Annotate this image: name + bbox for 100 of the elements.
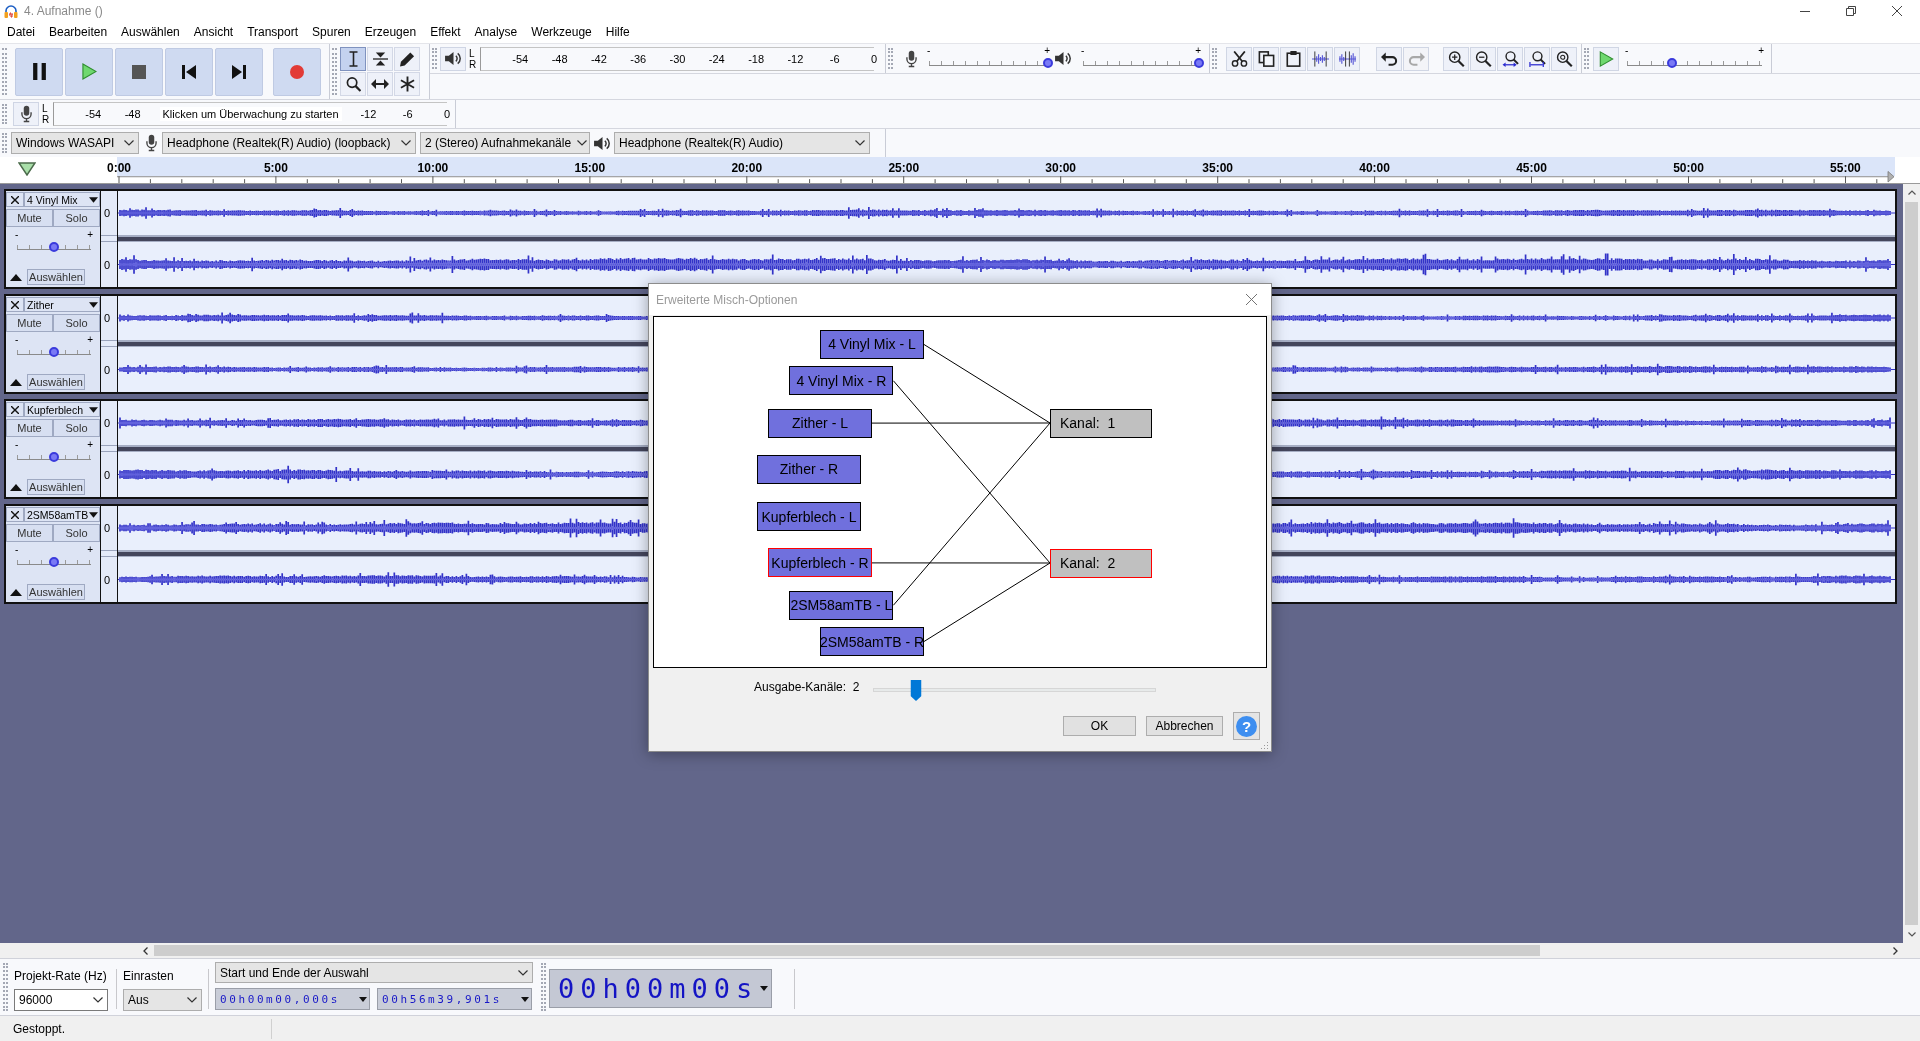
stop-button[interactable]: [115, 47, 163, 96]
slider-track[interactable]: [1627, 60, 1762, 66]
slider-thumb[interactable]: [49, 242, 59, 252]
scrollbar-thumb[interactable]: [1905, 202, 1918, 925]
scrollbar-thumb[interactable]: [154, 945, 1540, 956]
fit-project-button[interactable]: [1524, 46, 1550, 71]
grip-handle[interactable]: [541, 963, 546, 1011]
menu-item[interactable]: Auswählen: [114, 23, 187, 42]
select-button[interactable]: Auswählen: [27, 479, 85, 495]
input-channel-node[interactable]: 4 Vinyl Mix - R: [789, 366, 894, 396]
menu-item[interactable]: Hilfe: [598, 23, 637, 42]
playback-device-dropdown[interactable]: Headphone (Realtek(R) Audio): [614, 132, 870, 154]
zoom-in-button[interactable]: [1443, 46, 1469, 71]
time-display[interactable]: 00h00m00s: [549, 969, 772, 1008]
track-name-dropdown[interactable]: 2SM58amTB: [24, 507, 100, 522]
output-channel-node[interactable]: Kanal: 1: [1050, 408, 1152, 438]
input-channel-node[interactable]: 2SM58amTB - L: [789, 590, 894, 620]
select-button[interactable]: Auswählen: [27, 584, 85, 600]
tool-button[interactable]: [340, 47, 366, 71]
selection-mode-dropdown[interactable]: Start und Ende der Auswahl: [215, 962, 533, 983]
triangle-down-icon[interactable]: [18, 162, 36, 176]
input-channel-node[interactable]: 4 Vinyl Mix - L: [820, 330, 924, 359]
slider-thumb[interactable]: [49, 452, 59, 462]
input-channel-node[interactable]: 2SM58amTB - R: [820, 627, 924, 656]
recording-channels-dropdown[interactable]: 2 (Stereo) Aufnahmekanäle: [420, 132, 590, 154]
solo-button[interactable]: Solo: [53, 314, 100, 332]
input-channel-node[interactable]: Zither - L: [768, 408, 872, 438]
grip-handle[interactable]: [2, 133, 7, 153]
output-channel-node[interactable]: Kanal: 2: [1050, 548, 1152, 578]
menu-item[interactable]: Bearbeiten: [42, 23, 115, 42]
pause-button[interactable]: [15, 47, 63, 96]
track-name-dropdown[interactable]: Kupferblech: [24, 402, 100, 417]
slider-thumb[interactable]: [910, 680, 922, 701]
grip-handle[interactable]: [1584, 48, 1589, 69]
speaker-button[interactable]: [440, 46, 466, 71]
mute-button[interactable]: Mute: [6, 524, 53, 542]
menu-item[interactable]: Werkzeuge: [524, 23, 599, 42]
menu-item[interactable]: Analyse: [467, 23, 525, 42]
solo-button[interactable]: Solo: [53, 419, 100, 437]
triangle-up-icon[interactable]: [10, 273, 22, 281]
track-name-dropdown[interactable]: Zither: [24, 297, 100, 312]
mute-button[interactable]: Mute: [6, 419, 53, 437]
trim-button[interactable]: [1307, 46, 1333, 71]
slider-thumb[interactable]: [49, 557, 59, 567]
mute-button[interactable]: Mute: [6, 209, 53, 227]
dialog-button[interactable]: OK: [1063, 716, 1136, 736]
gain-slider-track[interactable]: [17, 350, 91, 355]
select-button[interactable]: Auswählen: [27, 374, 85, 390]
play-at-speed-button[interactable]: [1593, 46, 1619, 71]
grip-handle[interactable]: [1212, 48, 1217, 69]
triangle-up-icon[interactable]: [10, 378, 22, 386]
record-button[interactable]: [273, 47, 321, 96]
solo-button[interactable]: Solo: [53, 524, 100, 542]
gain-slider-track[interactable]: [17, 455, 91, 460]
snap-dropdown[interactable]: Aus: [123, 989, 202, 1011]
grip-handle[interactable]: [2, 104, 7, 124]
menu-item[interactable]: Effekt: [423, 23, 468, 42]
menu-item[interactable]: Transport: [240, 23, 306, 42]
undo-button[interactable]: [1376, 46, 1402, 71]
dialog-button[interactable]: Abbrechen: [1146, 716, 1223, 736]
triangle-up-icon[interactable]: [10, 483, 22, 491]
menu-item[interactable]: Erzeugen: [357, 23, 424, 42]
solo-button[interactable]: Solo: [53, 209, 100, 227]
gain-slider-track[interactable]: [17, 245, 91, 250]
grip-handle[interactable]: [432, 48, 437, 69]
zoom-out-button[interactable]: [1470, 46, 1496, 71]
fit-selection-button[interactable]: [1497, 46, 1523, 71]
skip-to-end-button[interactable]: [215, 47, 263, 96]
menu-item[interactable]: Datei: [0, 23, 42, 42]
selection-end-time[interactable]: 00h56m39,901s: [377, 988, 532, 1010]
slider-thumb[interactable]: [1194, 57, 1204, 68]
input-channel-node[interactable]: Zither - R: [757, 454, 861, 484]
slider-thumb[interactable]: [1666, 57, 1677, 68]
mixing-canvas[interactable]: 4 Vinyl Mix - L 4 Vinyl Mix - R Zither - L Zither - R Kupferblech - L Kupferblech - R 2SM58amTB - L 2SM58amTB - R Kanal: 1 Kanal: 2: [653, 316, 1267, 668]
skip-to-start-button[interactable]: [165, 47, 213, 96]
copy-button[interactable]: [1253, 46, 1279, 71]
audio-host-dropdown[interactable]: Windows WASAPI: [11, 132, 139, 154]
recording-device-dropdown[interactable]: Headphone (Realtek(R) Audio) (loopback): [162, 132, 416, 154]
gain-slider-track[interactable]: [17, 560, 91, 565]
select-button[interactable]: Auswählen: [27, 269, 85, 285]
triangle-up-icon[interactable]: [10, 588, 22, 596]
silence-button[interactable]: [1334, 46, 1360, 71]
zoom-toggle-button[interactable]: [1551, 46, 1577, 71]
input-channel-node[interactable]: Kupferblech - R: [768, 548, 872, 578]
menu-item[interactable]: Ansicht: [186, 23, 241, 42]
resize-grip-icon[interactable]: [1261, 741, 1269, 749]
grip-handle[interactable]: [888, 48, 893, 69]
mute-button[interactable]: Mute: [6, 314, 53, 332]
selection-start-time[interactable]: 00h00m00,000s: [215, 988, 370, 1010]
input-channel-node[interactable]: Kupferblech - L: [757, 502, 861, 532]
slider-thumb[interactable]: [49, 347, 59, 357]
grip-handle[interactable]: [2, 48, 7, 95]
slider-thumb[interactable]: [1043, 57, 1053, 68]
track-name-dropdown[interactable]: 4 Vinyl Mix: [24, 192, 100, 207]
cut-button[interactable]: [1226, 46, 1252, 71]
grip-handle[interactable]: [332, 48, 337, 95]
menu-item[interactable]: Spuren: [305, 23, 358, 42]
grip-handle[interactable]: [3, 963, 8, 1011]
project-rate-dropdown[interactable]: 96000: [14, 989, 108, 1011]
paste-button[interactable]: [1280, 46, 1306, 71]
